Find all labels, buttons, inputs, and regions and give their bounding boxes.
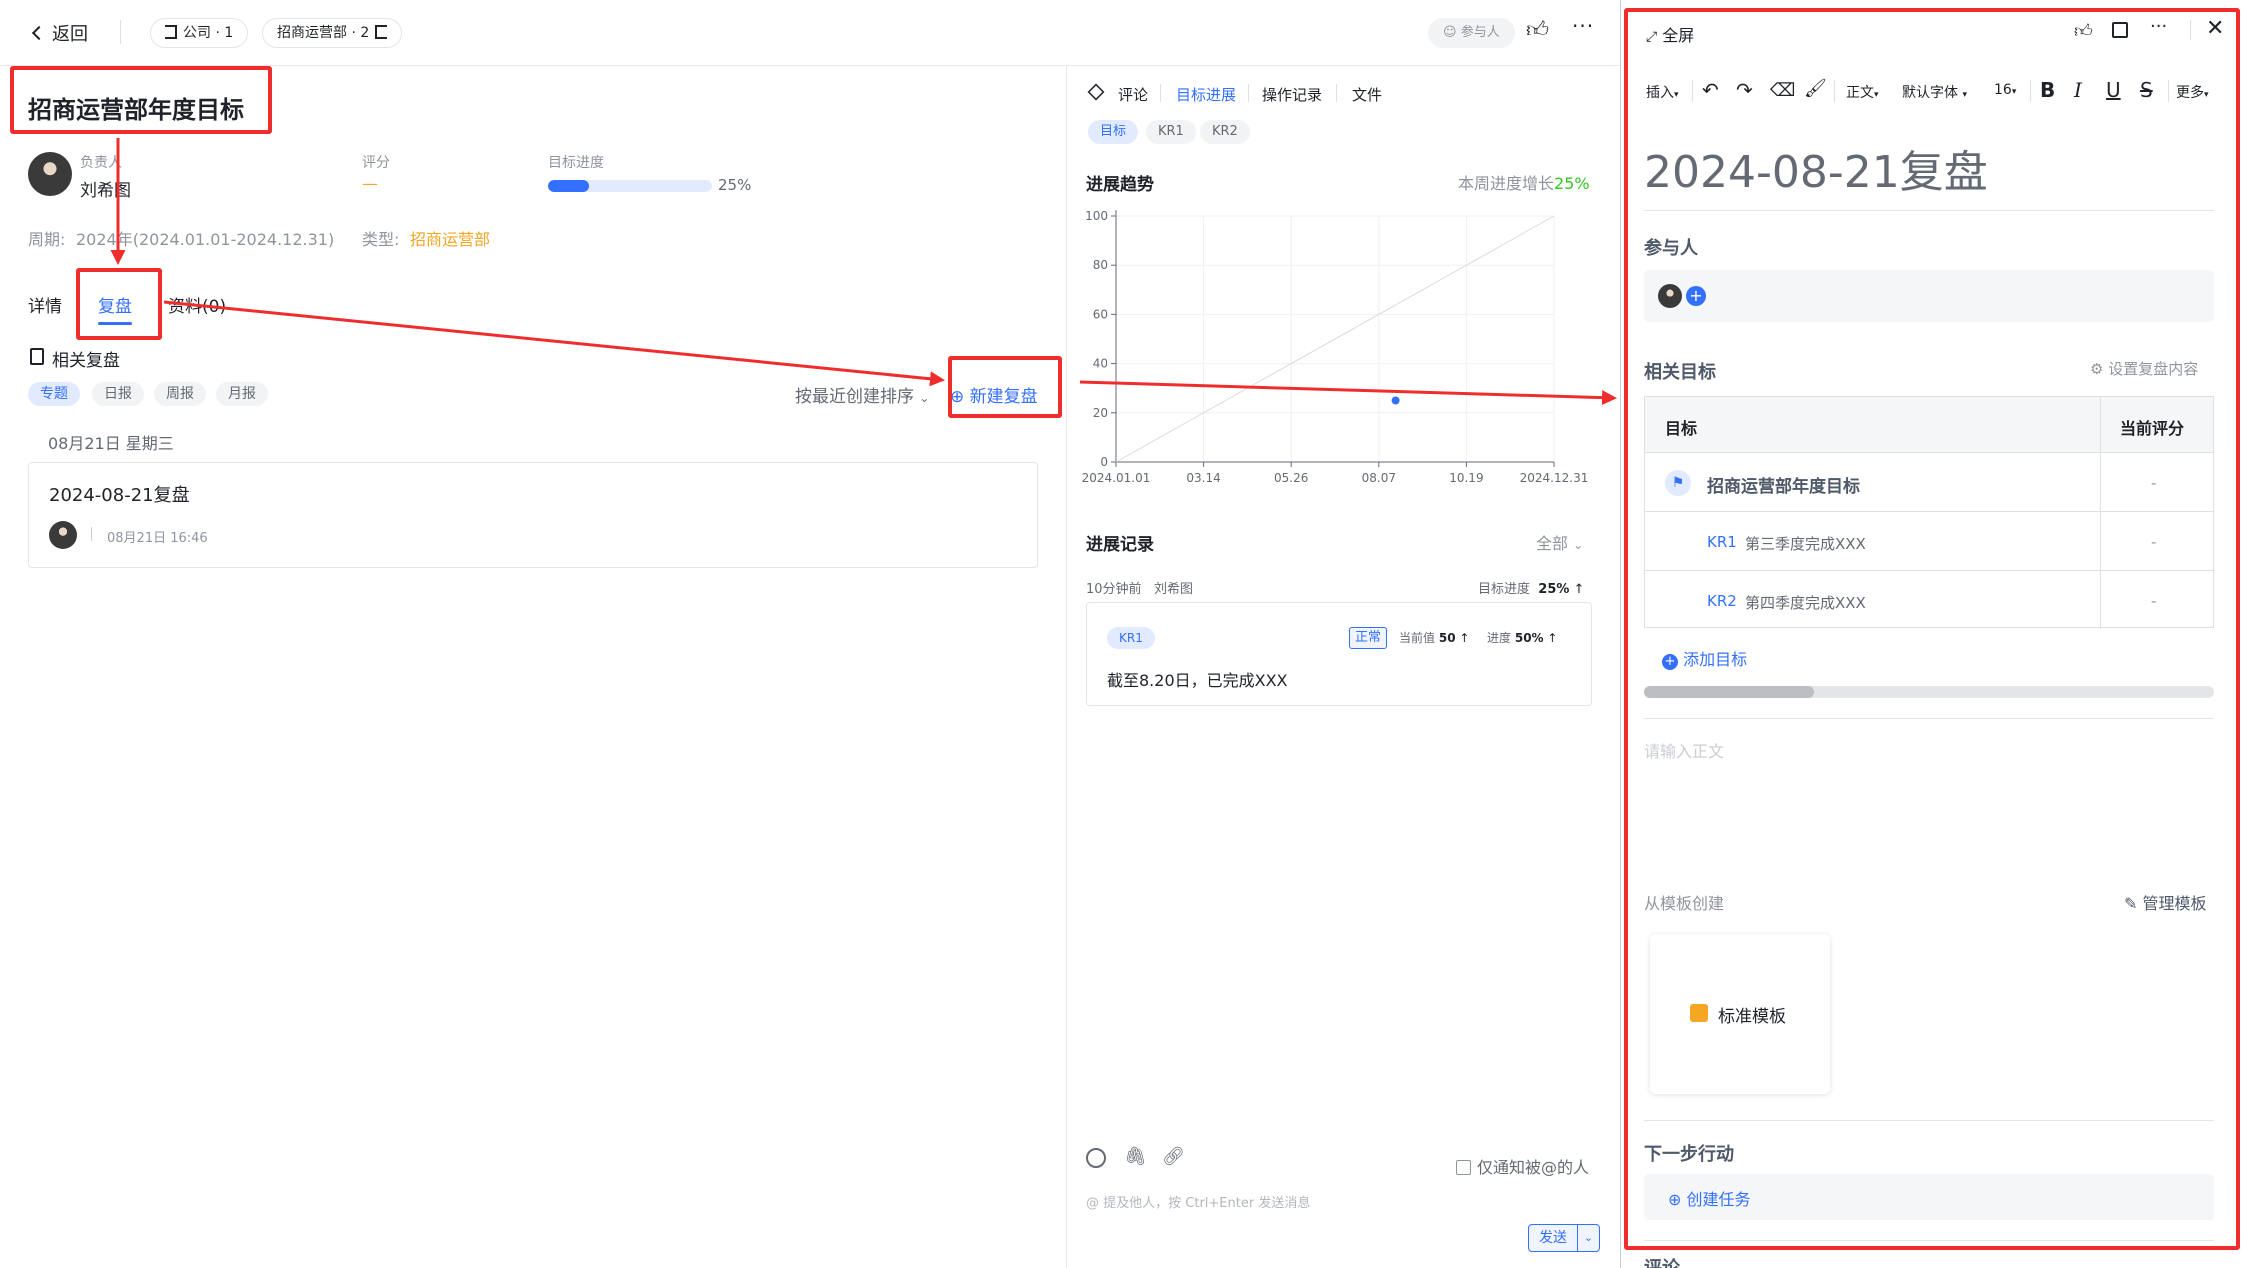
annotation-arrow xyxy=(163,300,945,387)
annotation-arrow xyxy=(1079,380,1617,406)
annotation-arrows xyxy=(110,138,1617,406)
